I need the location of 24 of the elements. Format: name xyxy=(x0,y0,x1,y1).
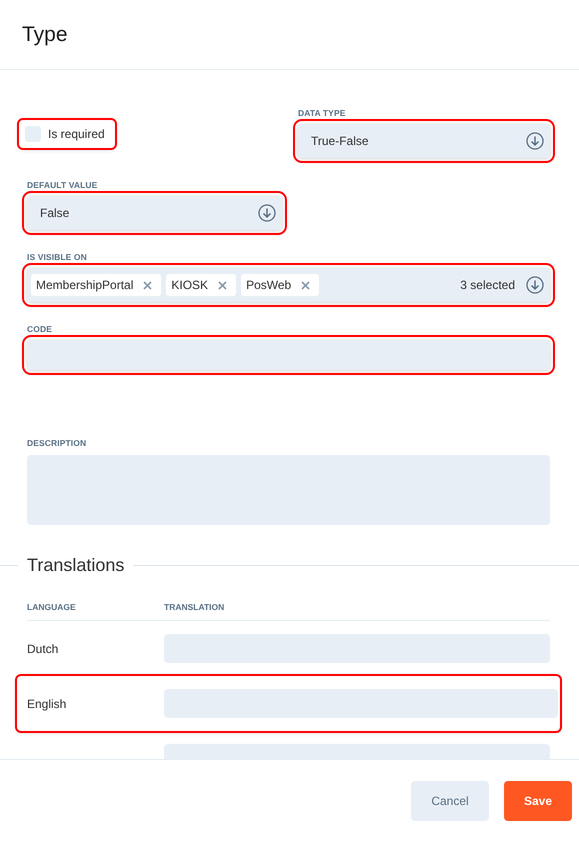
field-label: CODE xyxy=(27,324,53,334)
language-name: English xyxy=(27,696,68,710)
tag-label: KIOSK xyxy=(171,278,208,292)
dialog-title: Type xyxy=(22,22,68,46)
section-title: Translations xyxy=(26,555,126,576)
cancel-button[interactable]: Cancel xyxy=(411,780,489,820)
field-label: IS VISIBLE ON xyxy=(27,252,88,262)
default-value-dropdown[interactable]: False xyxy=(27,196,282,230)
column-header: TRANSLATION xyxy=(164,602,224,612)
column-header: LANGUAGE xyxy=(27,602,77,612)
is-required-checkbox[interactable]: Is required xyxy=(19,120,115,148)
remove-icon[interactable] xyxy=(218,280,228,290)
language-name: Dutch xyxy=(27,642,60,656)
field-label: DEFAULT VALUE xyxy=(27,180,98,190)
remove-icon[interactable] xyxy=(301,280,310,290)
remove-icon[interactable] xyxy=(143,280,152,290)
code-input[interactable] xyxy=(27,340,550,370)
tag-label: PosWeb xyxy=(246,278,292,292)
tag-label: MembershipPortal xyxy=(36,278,134,292)
selected-count: 3 selected xyxy=(460,278,515,292)
field-label: DESCRIPTION xyxy=(27,438,88,448)
is-visible-on-multiselect[interactable]: MembershipPortal KIOSK PosWeb 3 selected xyxy=(27,268,550,302)
field-label: DATA TYPE xyxy=(298,108,346,118)
data-type-dropdown[interactable]: True-False xyxy=(298,124,550,158)
